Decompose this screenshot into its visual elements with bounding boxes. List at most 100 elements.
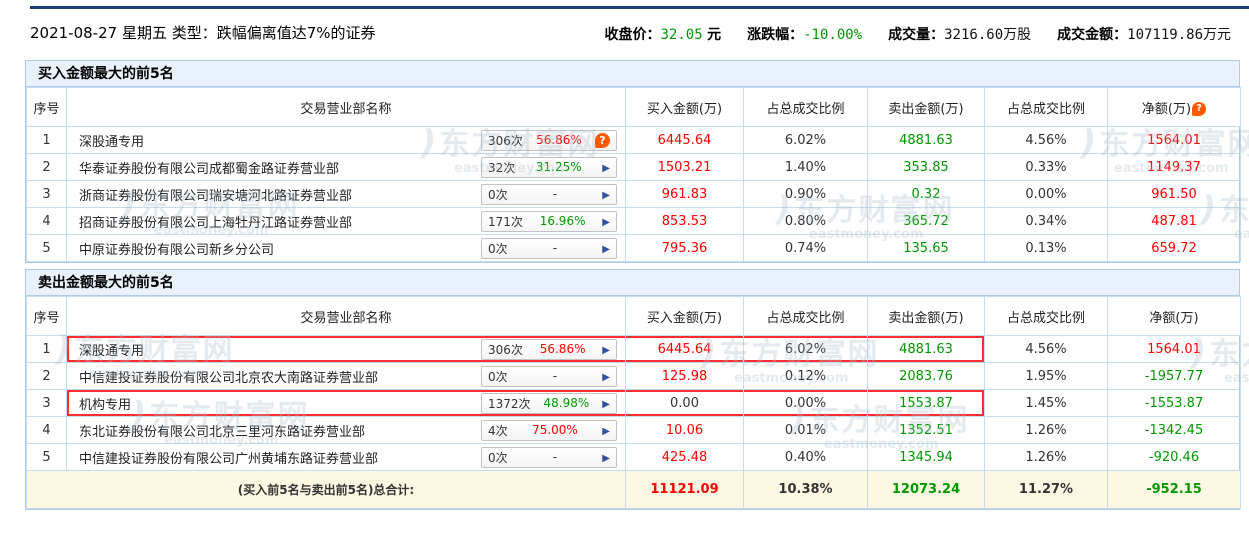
table-row: 4 东北证券股份有限公司北京三里河东路证券营业部 4次 75.00% 10.06… xyxy=(27,417,1241,444)
buy-ratio: 0.01% xyxy=(744,417,868,444)
expand-arrow-icon[interactable] xyxy=(602,451,610,464)
appearance-count: 306次 xyxy=(488,341,523,358)
branch-name: 华泰证券股份有限公司成都蜀金路证券营业部 xyxy=(79,158,339,177)
expand-arrow-icon[interactable] xyxy=(602,343,610,356)
col-sell-ratio: 占总成交比例 xyxy=(985,88,1108,127)
expand-arrow-icon[interactable] xyxy=(602,242,610,255)
sell-amount: 135.65 xyxy=(868,235,985,262)
net-amount: 1564.01 xyxy=(1108,336,1241,363)
table-row: 1 深股通专用 306次 56.86% 6445.64 6.02% 4881.6… xyxy=(27,127,1241,154)
expand-arrow-icon[interactable] xyxy=(602,188,610,201)
sell-amount: 4881.63 xyxy=(868,336,985,363)
sell-ratio: 0.34% xyxy=(985,208,1108,235)
sell-ratio: 0.00% xyxy=(985,181,1108,208)
win-rate: 31.25% xyxy=(536,160,582,174)
buy-amount: 10.06 xyxy=(626,417,744,444)
trade-date: 2021-08-27 星期五 xyxy=(30,24,167,42)
branch-stats-badge[interactable]: 306次 56.86% xyxy=(481,130,617,151)
win-rate: 75.00% xyxy=(532,423,578,437)
table-row: 3 浙商证券股份有限公司瑞安塘河北路证券营业部 0次 - 961.83 0.90… xyxy=(27,181,1241,208)
sell-table-header: 序号 交易营业部名称 买入金额(万) 占总成交比例 卖出金额(万) 占总成交比例… xyxy=(27,297,1241,336)
table-row: 5 中信建投证券股份有限公司广州黄埔东路证券营业部 0次 - 425.48 0.… xyxy=(27,444,1241,471)
sell-ratio: 0.33% xyxy=(985,154,1108,181)
branch-name: 中信建投证券股份有限公司北京农大南路证券营业部 xyxy=(79,367,378,386)
row-index: 1 xyxy=(27,127,67,154)
sell-amount: 353.85 xyxy=(868,154,985,181)
row-index: 2 xyxy=(27,363,67,390)
appearance-count: 32次 xyxy=(488,159,515,176)
net-amount: -1553.87 xyxy=(1108,390,1241,417)
buy-ratio: 0.74% xyxy=(744,235,868,262)
top-accent-bar xyxy=(30,6,1249,9)
col-net-amount: 净额(万) xyxy=(1108,297,1241,336)
branch-name: 东北证券股份有限公司北京三里河东路证券营业部 xyxy=(79,421,365,440)
branch-stats-badge[interactable]: 0次 - xyxy=(481,447,617,468)
buy-ratio: 0.80% xyxy=(744,208,868,235)
total-sell-amount: 12073.24 xyxy=(868,471,985,509)
branch-name: 招商证券股份有限公司上海牡丹江路证券营业部 xyxy=(79,212,352,231)
appearance-count: 0次 xyxy=(488,368,508,385)
sell-ratio: 1.26% xyxy=(985,444,1108,471)
sell-top5-panel: 卖出金额最大的前5名 序号 交易营业部名称 买入金额(万) 占总成交比例 卖出金… xyxy=(25,269,1240,510)
col-buy-amount: 买入金额(万) xyxy=(626,297,744,336)
col-buy-ratio: 占总成交比例 xyxy=(744,297,868,336)
row-index: 1 xyxy=(27,336,67,363)
volume: 成交量：3216.60万股 xyxy=(888,24,1031,44)
buy-ratio: 0.40% xyxy=(744,444,868,471)
win-rate: 16.96% xyxy=(540,214,586,228)
totals-row: (买入前5名与卖出前5名)总合计: 11121.09 10.38% 12073.… xyxy=(27,471,1241,509)
sell-ratio: 1.26% xyxy=(985,417,1108,444)
total-buy-ratio: 10.38% xyxy=(744,471,868,509)
branch-stats-badge[interactable]: 0次 - xyxy=(481,184,617,205)
net-amount: -1957.77 xyxy=(1108,363,1241,390)
row-index: 5 xyxy=(27,444,67,471)
buy-top5-panel: 买入金额最大的前5名 序号 交易营业部名称 买入金额(万) 占总成交比例 卖出金… xyxy=(25,60,1240,263)
branch-stats-badge[interactable]: 32次 31.25% xyxy=(481,157,617,178)
total-net-amount: -952.15 xyxy=(1108,471,1241,509)
buy-ratio: 6.02% xyxy=(744,336,868,363)
table-row: 4 招商证券股份有限公司上海牡丹江路证券营业部 171次 16.96% 853.… xyxy=(27,208,1241,235)
appearance-count: 171次 xyxy=(488,213,523,230)
branch-stats-badge[interactable]: 306次 56.86% xyxy=(481,339,617,360)
close-price: 收盘价：32.05 元 xyxy=(605,24,722,44)
expand-arrow-icon[interactable] xyxy=(602,397,610,410)
expand-arrow-icon[interactable] xyxy=(602,424,610,437)
branch-stats-badge[interactable]: 0次 - xyxy=(481,366,617,387)
buy-table-header: 序号 交易营业部名称 买入金额(万) 占总成交比例 卖出金额(万) 占总成交比例… xyxy=(27,88,1241,127)
branch-stats-badge[interactable]: 1372次 48.98% xyxy=(481,393,617,414)
expand-arrow-icon[interactable] xyxy=(602,161,610,174)
table-row: 5 中原证券股份有限公司新乡分公司 0次 - 795.36 0.74% 135.… xyxy=(27,235,1241,262)
row-index: 4 xyxy=(27,417,67,444)
expand-arrow-icon[interactable] xyxy=(602,215,610,228)
win-rate: 56.86% xyxy=(536,133,582,147)
sell-amount: 1352.51 xyxy=(868,417,985,444)
total-sell-ratio: 11.27% xyxy=(985,471,1108,509)
net-help-icon[interactable]: ? xyxy=(1192,102,1206,116)
col-branch-name: 交易营业部名称 xyxy=(67,88,626,127)
win-rate: - xyxy=(553,450,557,464)
buy-amount: 853.53 xyxy=(626,208,744,235)
branch-name: 机构专用 xyxy=(79,394,131,413)
sell-ratio: 1.45% xyxy=(985,390,1108,417)
sell-amount: 4881.63 xyxy=(868,127,985,154)
branch-name: 中信建投证券股份有限公司广州黄埔东路证券营业部 xyxy=(79,448,378,467)
appearance-count: 4次 xyxy=(488,422,508,439)
badge-help-icon[interactable] xyxy=(595,133,610,148)
col-buy-ratio: 占总成交比例 xyxy=(744,88,868,127)
sell-amount: 1553.87 xyxy=(868,390,985,417)
change-percent: 涨跌幅：-10.00% xyxy=(747,24,862,44)
sell-amount: 2083.76 xyxy=(868,363,985,390)
col-buy-amount: 买入金额(万) xyxy=(626,88,744,127)
col-sell-amount: 卖出金额(万) xyxy=(868,297,985,336)
branch-name: 浙商证券股份有限公司瑞安塘河北路证券营业部 xyxy=(79,185,352,204)
branch-stats-badge[interactable]: 171次 16.96% xyxy=(481,211,617,232)
branch-stats-badge[interactable]: 4次 75.00% xyxy=(481,420,617,441)
appearance-count: 306次 xyxy=(488,132,523,149)
row-index: 2 xyxy=(27,154,67,181)
net-amount: 1149.37 xyxy=(1108,154,1241,181)
expand-arrow-icon[interactable] xyxy=(602,370,610,383)
col-idx: 序号 xyxy=(27,88,67,127)
table-row: 3 机构专用 1372次 48.98% 0.00 0.00% 1553.87 1… xyxy=(27,390,1241,417)
branch-stats-badge[interactable]: 0次 - xyxy=(481,238,617,259)
lhb-tables: 买入金额最大的前5名 序号 交易营业部名称 买入金额(万) 占总成交比例 卖出金… xyxy=(25,60,1240,516)
